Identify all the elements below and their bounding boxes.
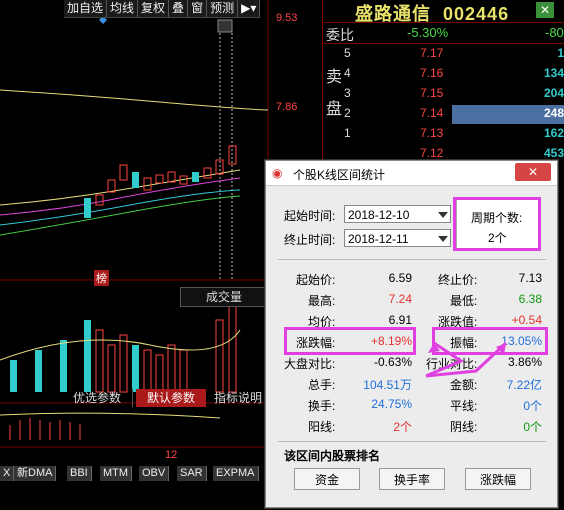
- adjust-button[interactable]: 复权: [138, 0, 170, 17]
- end-time-select[interactable]: 2018-12-11: [344, 229, 451, 247]
- ask-row: 1 7.13 162: [344, 126, 564, 140]
- low-label: 最低:: [450, 294, 478, 308]
- window-button[interactable]: 窗: [188, 0, 208, 17]
- close-icon[interactable]: ✕: [515, 163, 551, 181]
- overlay-button[interactable]: 叠: [169, 0, 189, 17]
- tab-obv[interactable]: OBV: [139, 466, 170, 481]
- webi-right-value: -80: [545, 25, 564, 40]
- kline-chart-canvas: [0, 0, 270, 510]
- high-label: 最高:: [308, 294, 336, 308]
- chart-toolbar: 加自选 均线 复权 叠 窗 预测 ▶▾: [64, 0, 261, 18]
- flat-label: 平线:: [450, 399, 478, 413]
- tab-sar[interactable]: SAR: [177, 466, 207, 481]
- ask-row-selected[interactable]: 2 7.14 248: [322, 106, 564, 125]
- ask-row: 4 7.16 134: [344, 66, 564, 80]
- highlight-pct-box: [284, 327, 416, 355]
- stock-code: 002446: [443, 4, 510, 24]
- rank-turnover-button[interactable]: 换手率: [379, 468, 445, 490]
- low-value: 6.38: [518, 292, 542, 306]
- kline-chart[interactable]: 加自选 均线 复权 叠 窗 预测 ▶▾ 9.53 7.86 榜 成交量 优选参数…: [0, 0, 297, 510]
- webi-value: -5.30%: [407, 25, 449, 40]
- start-time-label: 起始时间:: [284, 209, 336, 223]
- volume-indicator-label[interactable]: 成交量: [180, 287, 268, 307]
- add-watchlist-button[interactable]: 加自选: [64, 0, 108, 17]
- tab-new-dma[interactable]: 新DMA: [14, 466, 57, 481]
- market-compare-label: 大盘对比:: [284, 357, 336, 371]
- interval-stats-dialog: ◉ 个股K线区间统计 ✕ 起始时间: 2018-12-10 终止时间: 2018…: [265, 160, 558, 508]
- stock-name: 盛路通信: [355, 4, 431, 24]
- dialog-titlebar[interactable]: ◉ 个股K线区间统计 ✕: [266, 161, 557, 186]
- indicator-help-tab[interactable]: 指标说明: [210, 389, 266, 407]
- yang-value: 2个: [393, 420, 412, 434]
- dialog-title: 个股K线区间统计: [293, 168, 386, 182]
- default-params-tab[interactable]: 默认参数: [136, 389, 206, 407]
- yang-label: 阳线:: [308, 420, 336, 434]
- volume-label: 总手:: [308, 378, 336, 392]
- annotation-arrows: [425, 341, 508, 378]
- end-time-label: 终止时间:: [284, 233, 336, 247]
- ask-row: 5 7.17 1: [344, 46, 564, 60]
- high-value: 7.24: [388, 292, 412, 306]
- volume-value: 104.51万: [363, 378, 412, 392]
- yin-label: 阴线:: [450, 420, 478, 434]
- highlight-period-box: [453, 197, 541, 251]
- ma-button[interactable]: 均线: [107, 0, 139, 17]
- rank-pct-button[interactable]: 涨跌幅: [465, 468, 531, 490]
- close-icon[interactable]: ✕: [536, 2, 554, 18]
- price-mid-label: 7.86: [276, 101, 298, 113]
- ask-row: 3 7.15 204: [344, 86, 564, 100]
- price-high-label: 9.53: [276, 12, 298, 24]
- start-price-label: 起始价:: [296, 273, 336, 287]
- webi-label: 委比: [326, 27, 354, 43]
- date-axis-label: 12: [165, 449, 178, 461]
- tab-x[interactable]: X: [0, 466, 15, 481]
- end-price-value: 7.13: [518, 271, 542, 285]
- turnover-label: 换手:: [308, 399, 336, 413]
- yin-value: 0个: [523, 420, 542, 434]
- bang-marker[interactable]: 榜: [94, 270, 109, 286]
- optimized-params-tab[interactable]: 优选参数: [62, 389, 133, 407]
- forecast-button[interactable]: 预测: [207, 0, 239, 17]
- start-price-value: 6.59: [388, 271, 412, 285]
- chevron-down-icon: [438, 236, 448, 242]
- start-time-select[interactable]: 2018-12-10: [344, 205, 451, 223]
- rank-fund-button[interactable]: 资金: [294, 468, 360, 490]
- tab-bbi[interactable]: BBI: [67, 466, 92, 481]
- chevron-down-icon: [438, 212, 448, 218]
- end-price-label: 终止价:: [438, 273, 478, 287]
- turnover-value: 24.75%: [371, 397, 412, 411]
- change-value: +0.54: [511, 313, 542, 327]
- app-logo-icon: ◉: [272, 166, 283, 180]
- tab-mtm[interactable]: MTM: [100, 466, 133, 481]
- tab-expma[interactable]: EXPMA: [213, 466, 259, 481]
- avg-value: 6.91: [388, 313, 412, 327]
- flat-value: 0个: [523, 399, 542, 413]
- rank-title: 该区间内股票排名: [284, 449, 381, 463]
- toolbar-menu-icon[interactable]: ▶▾: [238, 0, 261, 17]
